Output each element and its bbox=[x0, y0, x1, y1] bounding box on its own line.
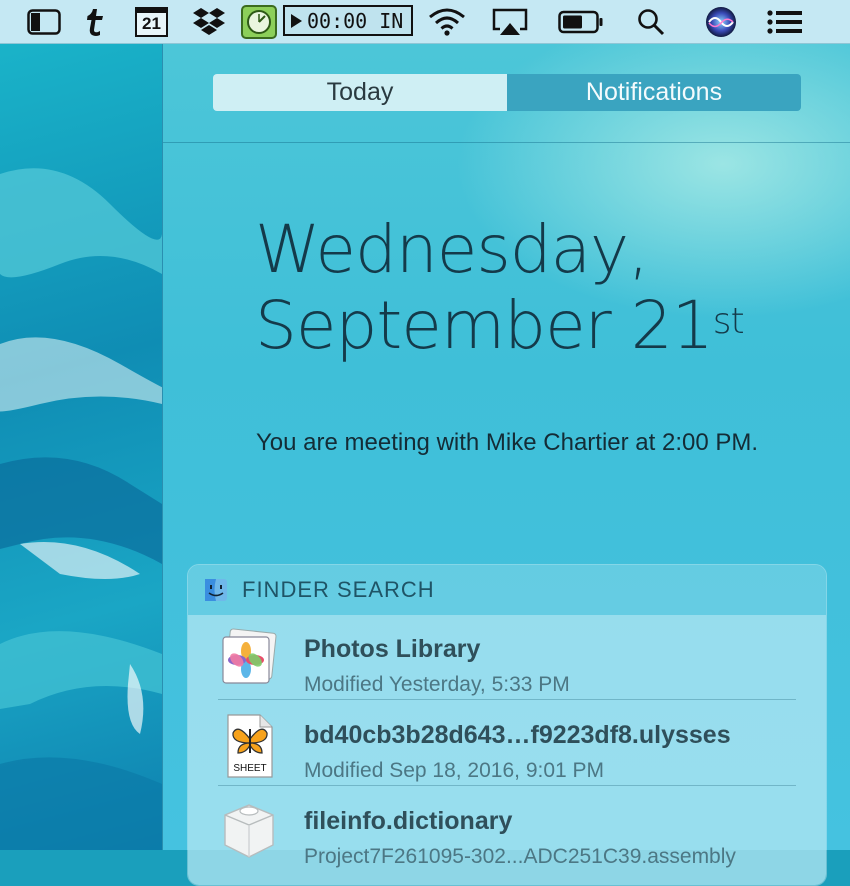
result-divider bbox=[218, 785, 796, 786]
tab-notifications[interactable]: Notifications bbox=[507, 74, 801, 111]
list-item[interactable]: SHEET bd40cb3b28d643…f9223df8.ulysses Mo… bbox=[218, 709, 796, 795]
list-item[interactable]: fileinfo.dictionary Project7F261095-302.… bbox=[218, 795, 796, 881]
clock-app-icon[interactable] bbox=[241, 5, 277, 39]
result-divider bbox=[218, 699, 796, 700]
play-icon bbox=[291, 13, 302, 28]
view-segmented-control: Today Notifications bbox=[213, 74, 801, 111]
date-weekday: Wednesday, bbox=[255, 211, 649, 288]
result-name: fileinfo.dictionary bbox=[304, 807, 513, 835]
search-icon[interactable] bbox=[634, 4, 668, 40]
notification-center-panel: Today Notifications Wednesday, September… bbox=[162, 44, 850, 886]
result-name: bd40cb3b28d643…f9223df8.ulysses bbox=[304, 721, 731, 749]
finder-icon bbox=[205, 579, 227, 601]
sidebar-toggle-icon[interactable] bbox=[26, 4, 62, 40]
result-subtitle: Project7F261095-302...ADC251C39.assembly bbox=[304, 845, 736, 868]
today-date: Wednesday, September 21st bbox=[255, 211, 745, 364]
desktop-wallpaper bbox=[0, 44, 162, 850]
widget-title: FINDER SEARCH bbox=[242, 577, 435, 602]
photos-library-icon bbox=[218, 627, 280, 689]
time-tracker-timer[interactable]: 00:00 IN bbox=[283, 5, 413, 36]
dropbox-icon[interactable] bbox=[190, 4, 228, 40]
menu-bar: 21 00:00 IN bbox=[0, 0, 850, 44]
timer-text: 00:00 IN bbox=[307, 8, 404, 33]
ulysses-sheet-icon: SHEET bbox=[218, 713, 280, 778]
date-ordinal-suffix: st bbox=[712, 301, 745, 342]
search-results-list: Photos Library Modified Yesterday, 5:33 … bbox=[188, 615, 826, 885]
notification-center-icon[interactable] bbox=[766, 4, 804, 40]
airplay-icon[interactable] bbox=[490, 4, 530, 40]
calendar-icon[interactable]: 21 bbox=[135, 7, 168, 37]
date-month-day-text: September 21 bbox=[255, 287, 714, 364]
siri-icon[interactable] bbox=[704, 4, 738, 40]
list-item[interactable]: Photos Library Modified Yesterday, 5:33 … bbox=[218, 623, 796, 709]
panel-divider bbox=[163, 142, 850, 143]
dictionary-bundle-icon bbox=[218, 799, 280, 861]
date-month-day: September 21st bbox=[255, 287, 745, 364]
tab-today[interactable]: Today bbox=[213, 74, 507, 111]
wifi-icon[interactable] bbox=[426, 4, 468, 40]
tumblr-icon[interactable] bbox=[80, 4, 110, 40]
result-name: Photos Library bbox=[304, 635, 481, 663]
widget-header: FINDER SEARCH bbox=[188, 565, 826, 615]
battery-icon[interactable] bbox=[557, 4, 605, 40]
sheet-label: SHEET bbox=[233, 763, 267, 774]
result-subtitle: Modified Sep 18, 2016, 9:01 PM bbox=[304, 759, 605, 782]
meeting-summary: You are meeting with Mike Chartier at 2:… bbox=[256, 429, 759, 456]
wallpaper-art bbox=[0, 168, 162, 850]
finder-search-widget: FINDER SEARCH Photos Library Modified Ye… bbox=[187, 564, 827, 886]
result-subtitle: Modified Yesterday, 5:33 PM bbox=[304, 673, 570, 696]
